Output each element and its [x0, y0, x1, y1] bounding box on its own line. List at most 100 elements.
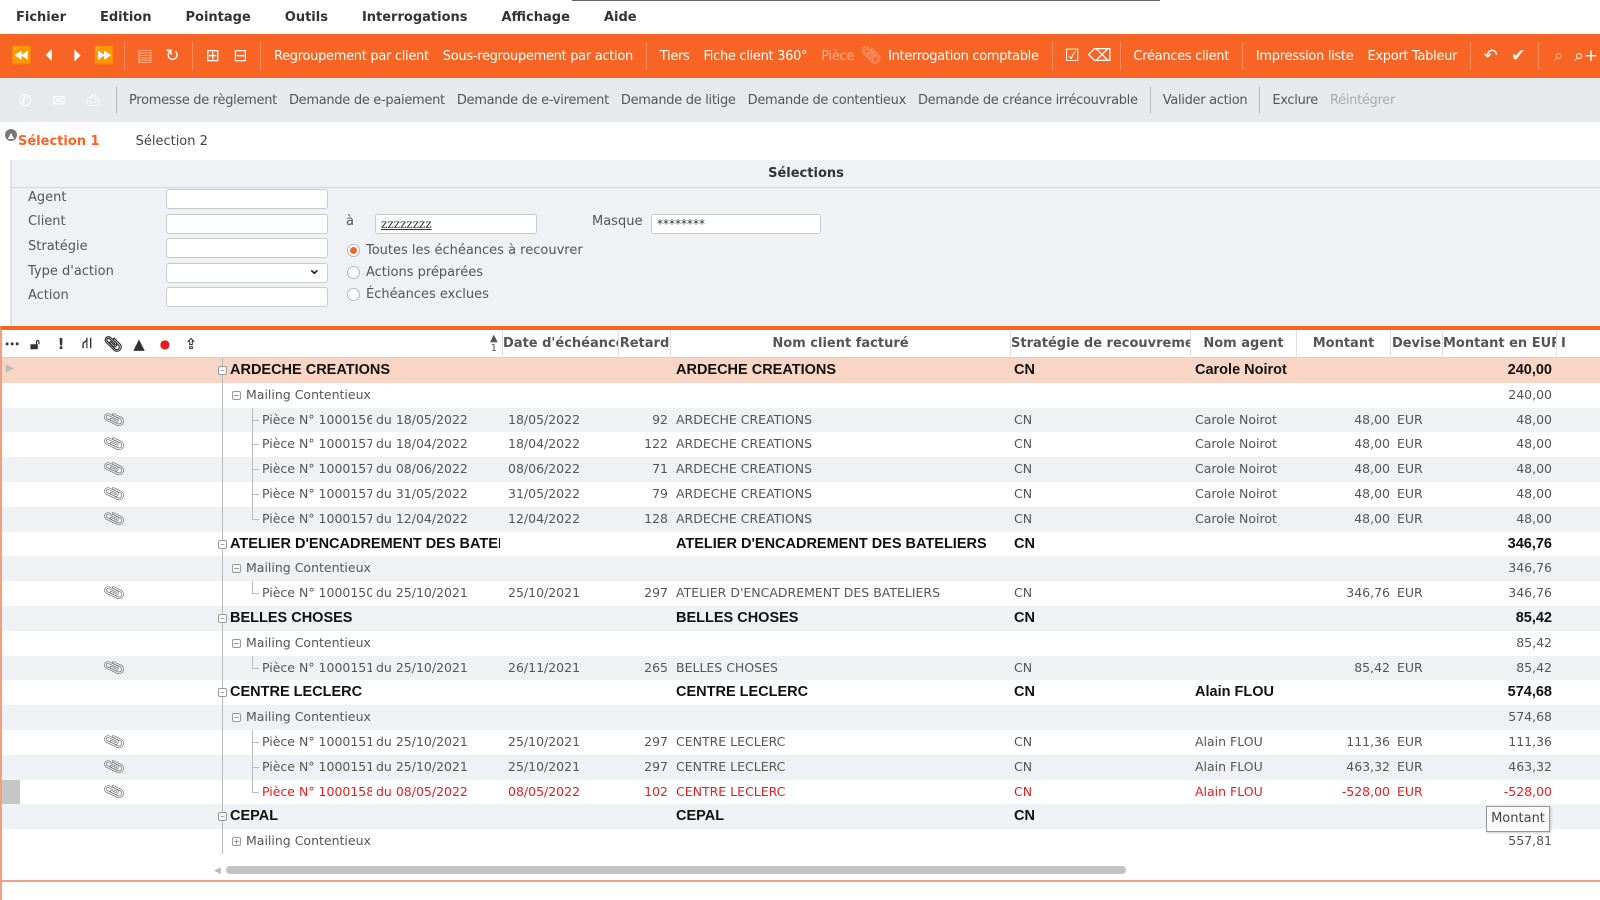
collapse-group-icon[interactable]: −: [218, 812, 227, 822]
next-record-icon[interactable]: ⏵: [63, 41, 91, 71]
more-options-icon[interactable]: ⋯: [2, 335, 22, 353]
radio-all-dues[interactable]: Toutes les échéances à recouvrer: [347, 243, 583, 258]
horizontal-scrollbar[interactable]: [226, 866, 1126, 874]
client-to-input[interactable]: zzzzzzzz: [375, 214, 537, 234]
row-selector[interactable]: [2, 680, 20, 705]
collapse-group-icon[interactable]: −: [218, 539, 227, 549]
e-transfer-request-button[interactable]: Demande de e-virement: [457, 93, 609, 108]
accounting-inquiry-button[interactable]: Interrogation comptable: [888, 49, 1039, 64]
row-selector[interactable]: [2, 730, 20, 755]
row-selector[interactable]: [2, 358, 20, 383]
validate-action-button[interactable]: Valider action: [1163, 93, 1248, 108]
menu-outils[interactable]: Outils: [285, 10, 328, 25]
menu-fichier[interactable]: Fichier: [16, 10, 66, 25]
table-row[interactable]: 📎︎ Pièce N° 10001571 du 08/06/2022 08/06/20…: [2, 456, 1600, 482]
collapse-group-icon[interactable]: −: [218, 688, 227, 698]
col-extra[interactable]: I: [1556, 330, 1600, 358]
action-row[interactable]: − Mailing Contentieux 85,42: [2, 630, 1600, 656]
table-row[interactable]: 📎︎ Pièce N° 10001586 du 08/05/2022 08/05/20…: [2, 779, 1600, 805]
previous-record-icon[interactable]: ⏴: [36, 41, 64, 71]
collapse-action-icon[interactable]: −: [232, 638, 241, 648]
e-payment-request-button[interactable]: Demande de e-paiement: [289, 93, 445, 108]
radio-button[interactable]: [347, 288, 360, 301]
menu-interrogations[interactable]: Interrogations: [362, 10, 468, 25]
col-agent[interactable]: Nom agent: [1190, 330, 1296, 358]
radio-prepared-actions[interactable]: Actions préparées: [347, 265, 483, 280]
table-row[interactable]: 📎︎ Pièce N° 10001570 du 18/04/2022 18/04/20…: [2, 431, 1600, 458]
paperclip-icon[interactable]: 📎︎: [101, 481, 127, 506]
row-selector[interactable]: [2, 829, 20, 854]
validate-icon[interactable]: ✔: [1505, 41, 1533, 71]
collapse-all-icon[interactable]: ⊟: [227, 41, 255, 71]
row-selector[interactable]: [2, 482, 20, 507]
regroup-by-client-button[interactable]: Regroupement par client: [274, 49, 429, 64]
scroll-left-icon[interactable]: ◀: [214, 866, 221, 876]
exclamation-icon[interactable]: !: [48, 335, 74, 353]
advanced-search-icon[interactable]: ⌕+: [1572, 41, 1600, 71]
row-selector[interactable]: [2, 507, 20, 532]
group-row[interactable]: − CENTRE LECLERC CENTRE LECLERC CN Alain FLO…: [2, 680, 1600, 706]
table-row[interactable]: 📎︎ Pièce N° 10001572 du 31/05/2022 31/05/20…: [2, 481, 1600, 507]
row-selector[interactable]: [2, 532, 20, 557]
bad-debt-request-button[interactable]: Demande de créance irrécouvrable: [918, 93, 1138, 108]
lock-icon[interactable]: 🔓︎: [22, 335, 48, 353]
col-strategy[interactable]: Stratégie de recouvrement: [1010, 330, 1190, 358]
paperclip-icon[interactable]: 📎︎: [101, 655, 127, 680]
row-selector[interactable]: [2, 581, 20, 606]
row-selector[interactable]: [2, 383, 20, 408]
row-selector[interactable]: [2, 755, 20, 780]
menu-pointage[interactable]: Pointage: [185, 10, 250, 25]
collapse-panel-icon[interactable]: ▲: [5, 129, 17, 141]
tab-selection-2[interactable]: Sélection 2: [136, 134, 208, 149]
row-selector[interactable]: [2, 705, 20, 730]
action-row[interactable]: + Mailing Contentieux 557,81: [2, 829, 1600, 854]
last-record-icon[interactable]: ⏩: [91, 41, 119, 71]
col-currency[interactable]: Devise: [1390, 330, 1442, 358]
sort-indicator-icon[interactable]: ▲ 1: [490, 334, 498, 354]
paperclip-icon[interactable]: 📎︎: [101, 580, 127, 605]
action-row[interactable]: − Mailing Contentieux 346,76: [2, 556, 1600, 582]
collapse-group-icon[interactable]: −: [218, 366, 227, 375]
row-selector[interactable]: [2, 779, 20, 805]
table-row[interactable]: 📎︎ Pièce N° 10001569 du 18/05/2022 18/05/20…: [2, 407, 1600, 433]
col-amount[interactable]: Montant: [1296, 330, 1390, 358]
tab-selection-1[interactable]: Sélection 1: [18, 134, 100, 149]
action-type-select[interactable]: [166, 260, 328, 283]
group-row[interactable]: − BELLES CHOSES BELLES CHOSES CN 85,42: [2, 605, 1600, 631]
checkbox-icon[interactable]: ☑: [1058, 41, 1086, 71]
collapse-action-icon[interactable]: −: [232, 713, 241, 723]
payment-promise-button[interactable]: Promesse de règlement: [129, 93, 277, 108]
table-row[interactable]: 📎︎ Pièce N° 10001573 du 12/04/2022 12/04/20…: [2, 506, 1600, 532]
menu-affichage[interactable]: Affichage: [502, 10, 570, 25]
row-selector[interactable]: [2, 457, 20, 482]
action-row[interactable]: − Mailing Contentieux 574,68: [2, 705, 1600, 730]
mask-input[interactable]: ********: [651, 214, 821, 234]
litigation-request-button[interactable]: Demande de contentieux: [748, 93, 907, 108]
group-row[interactable]: −ARDECHE CREATIONSARDECHE CREATIONSCNCar…: [2, 358, 1600, 383]
paperclip-icon[interactable]: 📎︎: [101, 456, 127, 481]
collapse-action-icon[interactable]: −: [232, 564, 241, 574]
action-row[interactable]: − Mailing Contentieux 240,00: [2, 382, 1600, 408]
group-row[interactable]: − ATELIER D'ENCADREMENT DES BATEL ATELIER …: [2, 531, 1600, 557]
paperclip-icon[interactable]: 📎︎: [101, 779, 127, 804]
row-selector[interactable]: [2, 656, 20, 681]
strategy-input[interactable]: [166, 238, 328, 258]
radio-excluded-dues[interactable]: Échéances exclues: [347, 287, 489, 302]
eraser-icon[interactable]: ⌫: [1086, 41, 1114, 71]
col-due-date[interactable]: Date d'échéance: [502, 330, 618, 358]
paperclip-icon[interactable]: 📎︎: [101, 754, 127, 779]
warning-icon[interactable]: ▲: [126, 335, 152, 353]
dispute-request-button[interactable]: Demande de litige: [621, 93, 736, 108]
expand-action-icon[interactable]: +: [232, 837, 241, 847]
row-selector[interactable]: [2, 408, 20, 433]
paperclip-icon[interactable]: 📎︎: [101, 407, 127, 432]
paperclip-icon[interactable]: 📎︎: [101, 431, 127, 456]
action-input[interactable]: [166, 287, 328, 307]
row-selector[interactable]: [2, 606, 20, 631]
row-selector[interactable]: [2, 631, 20, 656]
red-dot-icon[interactable]: ●: [152, 337, 178, 351]
print-list-button[interactable]: Impression liste: [1256, 49, 1354, 64]
col-amount-eur[interactable]: Montant en EUR: [1442, 330, 1556, 358]
expand-all-icon[interactable]: ⊞: [199, 41, 227, 71]
group-row[interactable]: − CEPAL CEPAL CN: [2, 804, 1600, 830]
